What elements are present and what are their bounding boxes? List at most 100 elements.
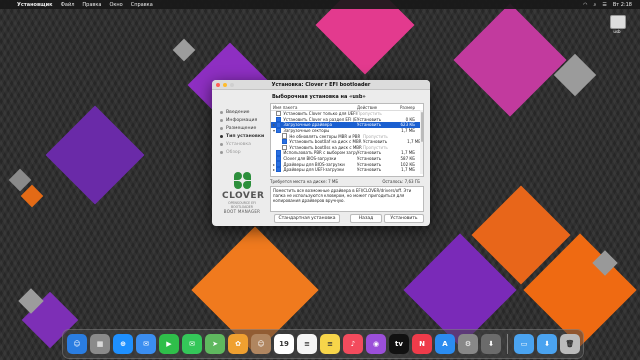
install-button[interactable]: Установить: [384, 214, 424, 223]
package-name: Clover для BIOS-загрузки: [283, 156, 337, 162]
menu-help[interactable]: Справка: [131, 2, 153, 8]
package-checkbox[interactable]: [276, 111, 282, 117]
system-preferences-icon[interactable]: ⚙: [458, 334, 478, 354]
package-name: Драйверы для BIOS-загрузки: [283, 161, 345, 167]
table-scrollbar[interactable]: [420, 110, 423, 174]
step-introduction: Введение: [220, 108, 268, 116]
installer-icon[interactable]: ⬇: [481, 334, 501, 354]
dock: ☺ ▦ ⊕ ✉ ▶ ✉ ➤ ✿ ☺ 19 ≡ ≡ ♪ ◉ tv N A ⚙ ⬇ ▭ ⬇ 🗑: [62, 329, 584, 359]
package-action: Пропустить: [363, 144, 388, 150]
package-checkbox[interactable]: [276, 116, 282, 123]
package-table: Имя пакета Действие Размер Установить Cl…: [270, 103, 424, 177]
step-bullet-icon: [220, 142, 223, 146]
menu-app-name[interactable]: Установщик: [17, 2, 53, 8]
search-icon[interactable]: ⌕: [594, 2, 597, 8]
installer-window: Установка: Clover r EFI bootloader Введе…: [212, 80, 430, 226]
required-space: Требуется места на диске: 7 МБ: [270, 179, 339, 184]
disk-space-line: Требуется места на диске: 7 МБ Осталось:…: [270, 179, 424, 184]
package-checkbox[interactable]: [276, 167, 282, 173]
step-bullet-icon: [220, 110, 223, 114]
clock[interactable]: Вт 2:18: [613, 2, 632, 8]
app-store-icon[interactable]: A: [435, 334, 455, 354]
column-name-header[interactable]: Имя пакета: [271, 105, 357, 110]
table-header: Имя пакета Действие Размер: [271, 104, 423, 111]
music-icon[interactable]: ♪: [343, 334, 363, 354]
table-row[interactable]: ▸ Драйверы для UEFI-загрузки Установить 1,7…: [271, 167, 423, 173]
package-size: 587 КБ: [400, 156, 416, 162]
package-name: Установить boot0ss на диск с MBR: [289, 144, 362, 150]
step-information: Информация: [220, 116, 268, 124]
page-heading: Выборочная установка на «usb»: [272, 94, 366, 100]
reminders-icon[interactable]: ≡: [297, 334, 317, 354]
package-name: Установить boot0af на диск с MBR: [289, 139, 362, 145]
package-size: 1,7 МБ: [401, 150, 415, 156]
control-center-icon[interactable]: ☰: [602, 2, 606, 8]
package-action: Установить: [357, 167, 382, 173]
usb-disk-label: usb: [613, 29, 621, 34]
tv-icon[interactable]: tv: [389, 334, 409, 354]
column-size-header[interactable]: Размер: [387, 105, 417, 110]
notes-icon[interactable]: ≡: [320, 334, 340, 354]
package-name: Загрузочные секторы: [283, 128, 330, 134]
finder-icon[interactable]: ☺: [67, 334, 87, 354]
mail-icon[interactable]: ✉: [136, 334, 156, 354]
safari-icon[interactable]: ⊕: [113, 334, 133, 354]
calendar-icon[interactable]: 19: [274, 334, 294, 354]
trash-icon[interactable]: 🗑: [560, 334, 580, 354]
package-name: Установить Clover на раздел EFI (ESP): [283, 116, 357, 122]
menu-window[interactable]: Окно: [109, 2, 122, 8]
menu-file[interactable]: Файл: [61, 2, 75, 8]
step-install: Установка: [220, 140, 268, 148]
package-size: 623 КБ: [400, 122, 416, 128]
package-checkbox[interactable]: [276, 127, 282, 134]
package-name: Не обновлять секторы MBR и PBR: [289, 133, 361, 139]
menu-edit[interactable]: Правка: [82, 2, 101, 8]
package-checkbox[interactable]: [282, 133, 288, 139]
package-name: Использовать PBR с выбором загруз...: [283, 150, 357, 156]
package-rows: Установить Clover только для UEFI-з... Пр…: [271, 111, 423, 173]
menu-bar: Установщик Файл Правка Окно Справка ◠ ⌕ …: [0, 0, 640, 9]
wifi-icon[interactable]: ◠: [583, 2, 587, 8]
standard-install-button[interactable]: Стандартная установка: [274, 214, 340, 223]
contacts-icon[interactable]: ☺: [251, 334, 271, 354]
photos-icon[interactable]: ✿: [228, 334, 248, 354]
package-size: 1,7 МБ: [407, 139, 421, 145]
package-checkbox[interactable]: [282, 139, 288, 145]
step-installation-type: Тип установки: [220, 132, 268, 140]
messages-icon[interactable]: ✉: [182, 334, 202, 354]
installer-steps-sidebar: Введение Информация Размещение Тип устан…: [212, 90, 268, 226]
package-checkbox[interactable]: [276, 122, 282, 128]
step-bullet-icon: [220, 150, 223, 154]
package-checkbox[interactable]: [276, 161, 282, 167]
facetime-icon[interactable]: ▶: [159, 334, 179, 354]
remaining-space: Осталось: 7,63 ГБ: [382, 179, 420, 184]
clover-logo: CLOVER OPENSOURCE EFI BOOTLOADER BOOT MA…: [222, 172, 264, 214]
package-size: 1,7 МБ: [401, 128, 415, 134]
folder-2-icon[interactable]: ⬇: [537, 334, 557, 354]
package-action: Пропустить: [363, 133, 388, 139]
package-description: Поместить все возможные драйвера в EFI/C…: [270, 186, 424, 212]
package-size: 0 КБ: [405, 116, 415, 122]
window-titlebar[interactable]: Установка: Clover r EFI bootloader: [212, 80, 430, 90]
launchpad-icon[interactable]: ▦: [90, 334, 110, 354]
package-action: Установить: [357, 116, 382, 122]
step-bullet-icon: [220, 134, 223, 138]
package-name: Установить Clover только для UEFI-з...: [283, 111, 357, 117]
podcasts-icon[interactable]: ◉: [366, 334, 386, 354]
package-action: Установить: [357, 150, 382, 156]
package-checkbox[interactable]: [276, 150, 282, 156]
package-checkbox[interactable]: [276, 155, 282, 162]
column-action-header[interactable]: Действие: [357, 105, 387, 110]
news-icon[interactable]: N: [412, 334, 432, 354]
back-button[interactable]: Назад: [350, 214, 382, 223]
folder-1-icon[interactable]: ▭: [514, 334, 534, 354]
installer-main: Выборочная установка на «usb» Имя пакета…: [270, 94, 424, 226]
dock-separator: [507, 334, 508, 354]
package-checkbox[interactable]: [282, 144, 288, 151]
step-bullet-icon: [220, 118, 223, 122]
package-size: 102 КБ: [400, 161, 416, 167]
maps-icon[interactable]: ➤: [205, 334, 225, 354]
usb-disk-icon[interactable]: [610, 15, 626, 29]
logo-subtitle: OPENSOURCE EFI BOOTLOADER: [228, 201, 256, 209]
window-title: Установка: Clover r EFI bootloader: [271, 81, 371, 88]
